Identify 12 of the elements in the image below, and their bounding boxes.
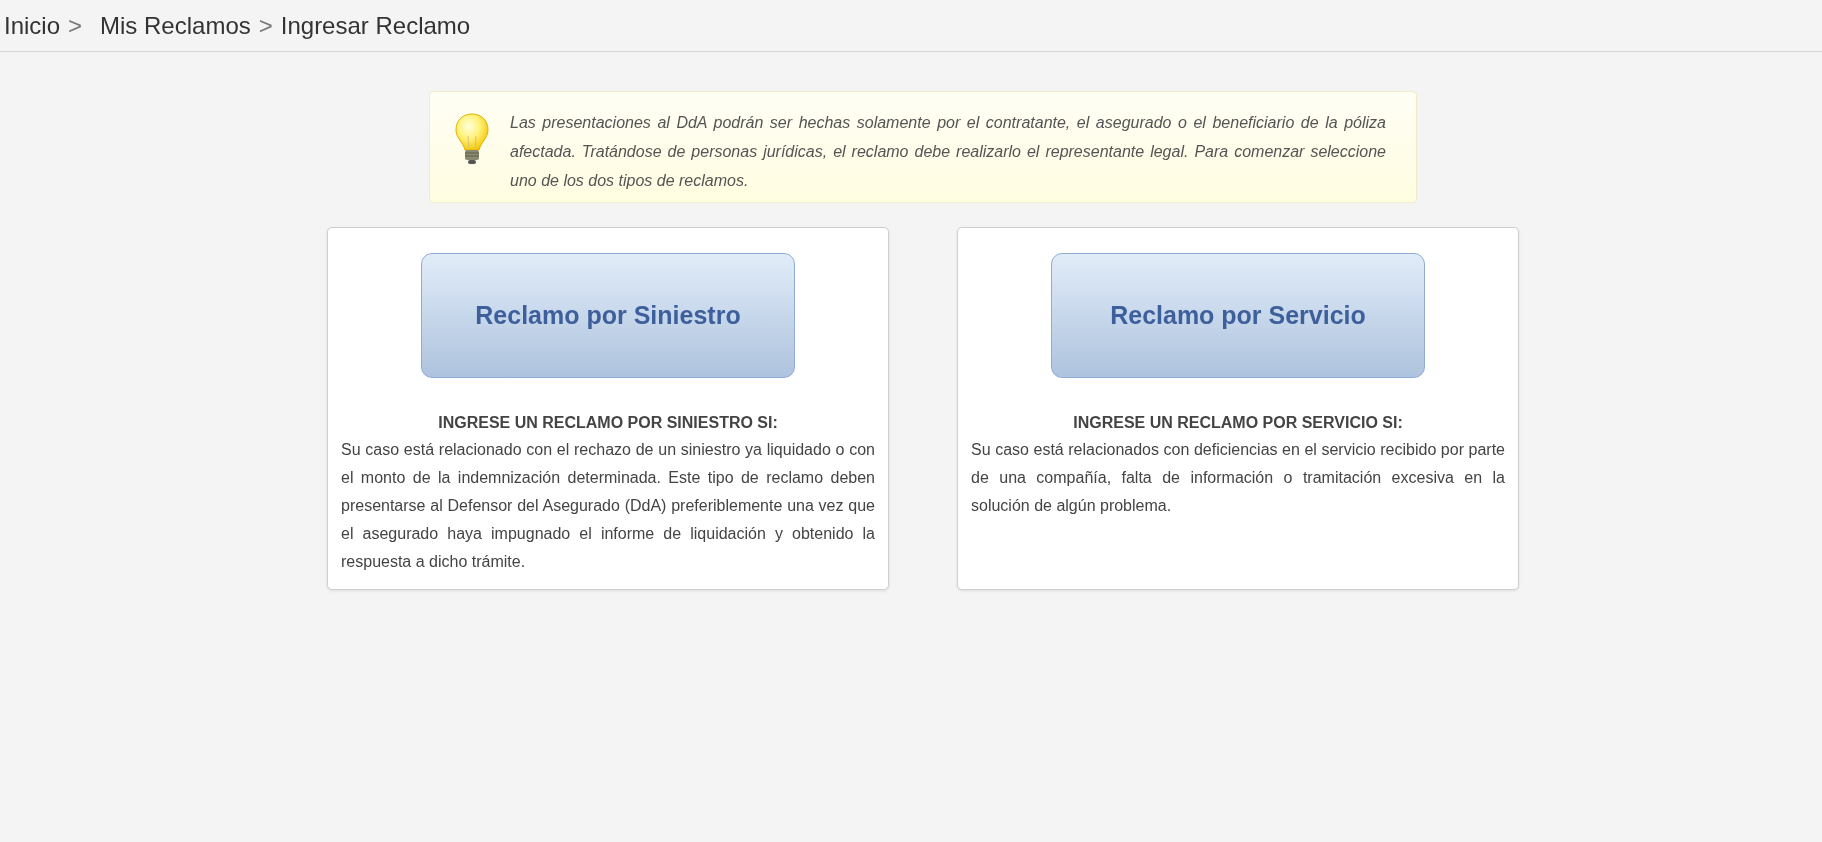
breadcrumb-separator: > [258, 11, 273, 40]
notice-text: Las presentaciones al DdA podrán ser hechas solamente por el contratante, el asegurado o el beneficiario de la póliza afectada. Tratándose de personas jurídicas, el reclamo debe realizarlo el representante legal. Para comenzar seleccione uno de los dos tipos de reclamos. [510, 113, 1386, 191]
card-description: Su caso está relacionados con deficiencias en el servicio recibido por parte de una compañía, falta de información o tramitación excesiva en la solución de algún problema. [971, 440, 1505, 516]
claim-type-button[interactable]: Reclamo por Siniestro [421, 253, 795, 378]
card-description: Su caso está relacionado con el rechazo de un siniestro ya liquidado o con el monto de la indemnización determinada. Este tipo de reclamo deben presentarse al Defensor del Asegurado (DdA) preferiblemente una vez que el asegurado haya impugnado el informe de liquidación y obtenido la respuesta a dicho trámite. [341, 440, 875, 572]
breadcrumb-link[interactable]: Mis Reclamos [100, 11, 251, 40]
breadcrumb-separator: > [68, 11, 83, 40]
card-heading: INGRESE UN RECLAMO POR SINIESTRO SI: [438, 414, 778, 432]
claim-type-button[interactable]: Reclamo por Servicio [1051, 253, 1425, 378]
breadcrumb-current: Ingresar Reclamo [280, 11, 471, 40]
breadcrumb-link[interactable]: Inicio [4, 11, 61, 40]
card-heading: INGRESE UN RECLAMO POR SERVICIO SI: [1073, 414, 1403, 432]
